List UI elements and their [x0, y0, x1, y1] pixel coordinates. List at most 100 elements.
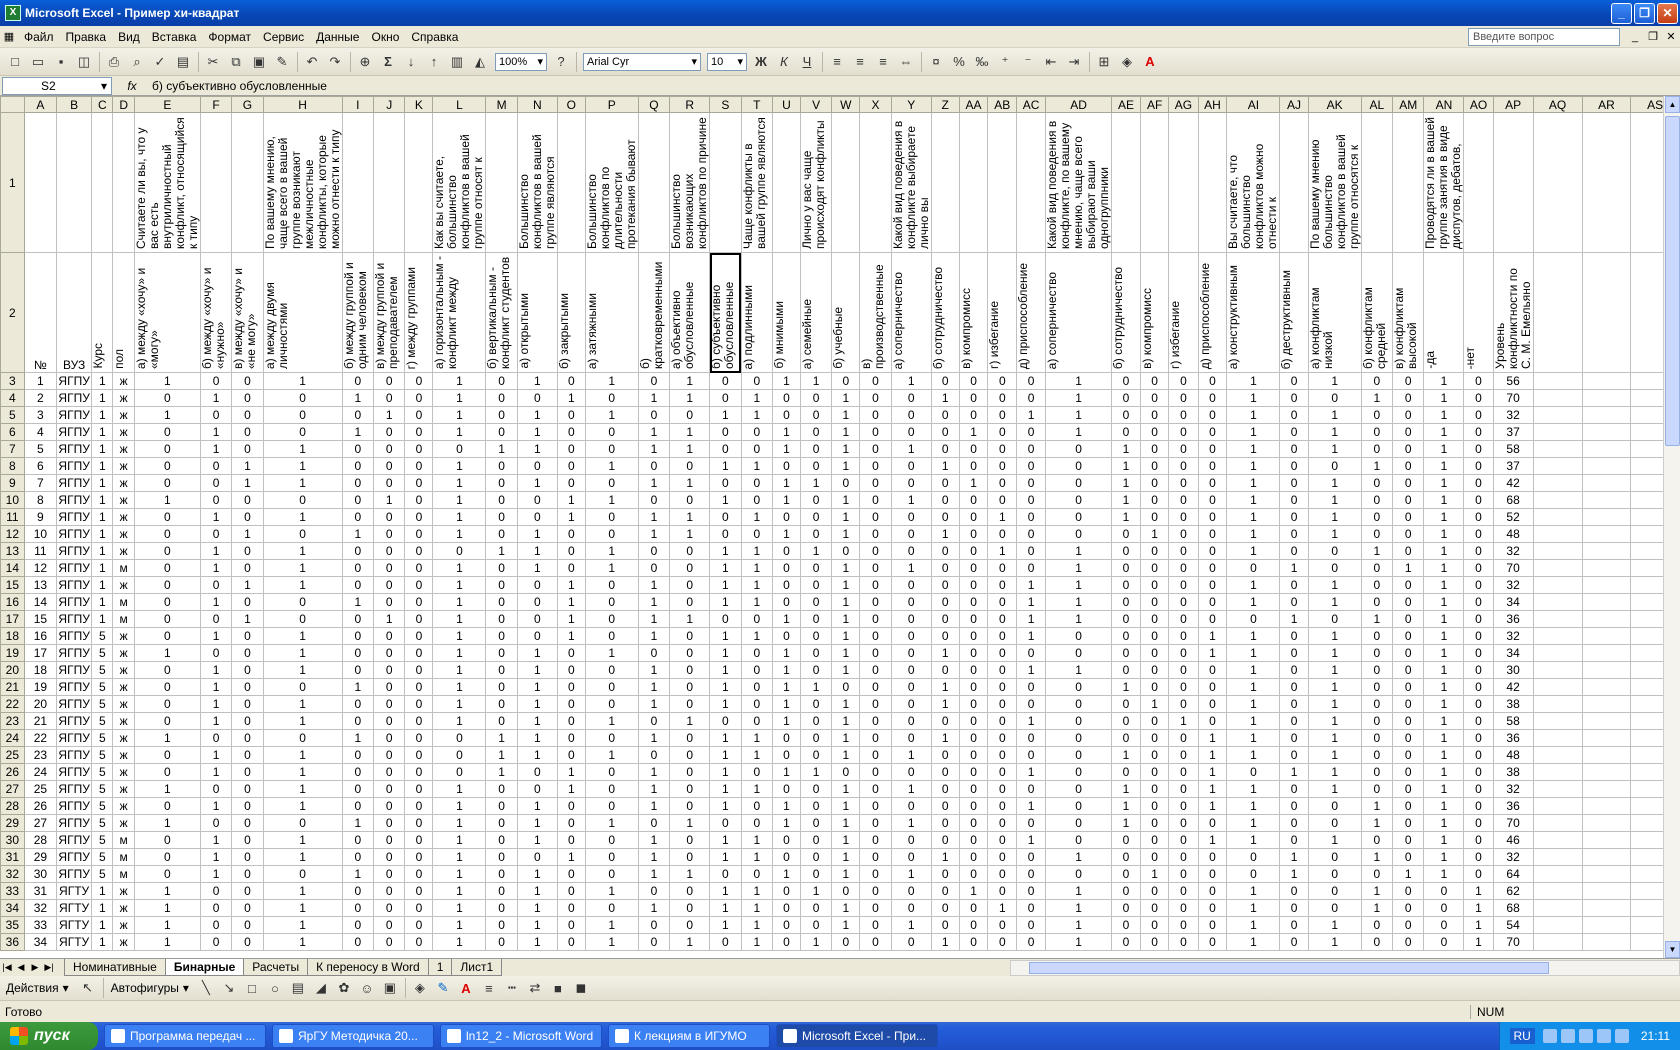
cell[interactable]: 0 — [1463, 678, 1494, 696]
cell[interactable]: 1 — [709, 627, 742, 645]
cell[interactable]: 0 — [890, 933, 932, 951]
cell[interactable]: ж — [112, 661, 135, 679]
cell[interactable]: 0 — [930, 661, 960, 679]
cell[interactable]: 1 — [1045, 576, 1113, 594]
cell[interactable]: 0 — [485, 457, 518, 475]
cell[interactable]: 0 — [1168, 797, 1199, 815]
cell[interactable]: м — [112, 559, 135, 577]
cell[interactable]: 0 — [1279, 899, 1309, 917]
cell[interactable]: 1 — [637, 610, 671, 628]
cell[interactable] — [1581, 899, 1632, 917]
cell[interactable]: 0 — [1168, 525, 1199, 543]
cell[interactable]: 48 — [1492, 746, 1534, 764]
cell[interactable]: 0 — [341, 780, 375, 798]
cell[interactable]: 0 — [669, 576, 711, 594]
cell[interactable]: 1 — [1423, 457, 1465, 475]
cell[interactable]: 0 — [987, 865, 1018, 883]
cell[interactable]: 0 — [1111, 831, 1141, 849]
cell[interactable]: 0 — [485, 372, 518, 390]
cell[interactable]: ЯГПУ — [56, 593, 93, 611]
cell[interactable]: 1 — [262, 372, 343, 390]
cell[interactable]: 0 — [987, 695, 1018, 713]
cell[interactable]: 0 — [1463, 525, 1494, 543]
cell[interactable]: 0 — [1279, 491, 1309, 509]
cell[interactable]: 0 — [930, 593, 960, 611]
scroll-thumb[interactable] — [1665, 116, 1680, 446]
first-sheet-icon[interactable]: |◀ — [0, 962, 14, 973]
cell[interactable]: 1 — [516, 729, 558, 747]
cell[interactable]: 0 — [890, 406, 932, 424]
cell[interactable]: 0 — [859, 372, 892, 390]
cell[interactable]: 1 — [930, 933, 960, 951]
cell[interactable]: 0 — [199, 916, 233, 934]
align-center-icon[interactable]: ≡ — [849, 51, 871, 73]
cell[interactable]: Считаете ли вы, что у вас есть внутрилич… — [133, 112, 201, 253]
cell[interactable] — [199, 112, 233, 253]
cell[interactable]: Как вы считаете, большинство конфликтов … — [432, 112, 487, 253]
cell[interactable]: 0 — [404, 695, 434, 713]
cell[interactable]: 1 — [1423, 644, 1465, 662]
cell[interactable]: а) конфликтам низкой — [1307, 252, 1362, 373]
cell[interactable]: 1 — [91, 916, 114, 934]
cell[interactable]: 0 — [1016, 746, 1047, 764]
cell[interactable]: в) производственные — [859, 252, 892, 373]
hyperlink-icon[interactable]: ⊕ — [354, 51, 376, 73]
cell[interactable]: 0 — [341, 644, 375, 662]
cell[interactable]: 1 — [1423, 372, 1465, 390]
research-icon[interactable]: ▤ — [172, 51, 194, 73]
cell[interactable]: ж — [112, 627, 135, 645]
cell[interactable]: 0 — [1392, 627, 1425, 645]
sheet-tab-nominative[interactable]: Номинативные — [64, 959, 166, 976]
cell[interactable]: 0 — [859, 593, 892, 611]
cell[interactable]: 5 — [91, 848, 114, 866]
cell[interactable]: 0 — [1139, 678, 1170, 696]
column-header[interactable]: AP — [1492, 96, 1534, 113]
cell[interactable]: 0 — [958, 780, 989, 798]
cell[interactable]: 0 — [987, 746, 1018, 764]
cell[interactable]: 0 — [404, 916, 434, 934]
cell[interactable]: 0 — [1279, 916, 1309, 934]
cell[interactable]: 0 — [637, 644, 671, 662]
shadow-icon[interactable]: ■ — [547, 977, 569, 999]
name-box[interactable]: S2 ▾ — [2, 76, 112, 95]
cell[interactable]: 1 — [1307, 916, 1362, 934]
row-header[interactable]: 4 — [0, 389, 25, 407]
cell[interactable]: 1 — [584, 457, 639, 475]
cell[interactable]: 0 — [1307, 610, 1362, 628]
cell[interactable]: Уровень конфликтности по С. М. Емельяно — [1492, 252, 1534, 373]
cell[interactable]: 1 — [1226, 644, 1281, 662]
row-header[interactable]: 10 — [0, 491, 25, 509]
cell[interactable]: 0 — [556, 406, 586, 424]
cell[interactable]: 1 — [669, 440, 711, 458]
cell[interactable]: 1 — [1279, 610, 1309, 628]
cell[interactable]: 1 — [1279, 865, 1309, 883]
cell[interactable]: 0 — [987, 933, 1018, 951]
cell[interactable]: 1 — [1423, 746, 1465, 764]
cell[interactable]: 0 — [1392, 423, 1425, 441]
cell[interactable]: 0 — [404, 797, 434, 815]
cell[interactable]: 0 — [556, 865, 586, 883]
cell[interactable]: 5 — [91, 661, 114, 679]
cell[interactable]: 0 — [1139, 593, 1170, 611]
textbox-icon[interactable]: ▤ — [287, 977, 309, 999]
cell[interactable]: 0 — [1392, 542, 1425, 560]
cell[interactable]: 0 — [1360, 695, 1394, 713]
cell[interactable]: 1 — [1016, 661, 1047, 679]
cell[interactable]: 0 — [373, 933, 406, 951]
cell[interactable]: 1 — [262, 763, 343, 781]
cell[interactable]: 0 — [1463, 491, 1494, 509]
cell[interactable]: 1 — [1307, 423, 1362, 441]
cell[interactable]: 0 — [958, 899, 989, 917]
cell[interactable]: 0 — [930, 576, 960, 594]
cell[interactable]: 0 — [1279, 525, 1309, 543]
cell[interactable]: 3 — [23, 406, 58, 424]
cell[interactable]: 0 — [771, 508, 801, 526]
task-word-1[interactable]: ЯрГУ Методичка 20... — [272, 1024, 434, 1048]
cell[interactable]: 1 — [556, 576, 586, 594]
cell[interactable] — [1532, 882, 1583, 900]
cell[interactable]: 0 — [740, 814, 773, 832]
cell[interactable]: 0 — [1197, 389, 1228, 407]
cell[interactable]: 0 — [859, 780, 892, 798]
cell[interactable]: 0 — [1016, 780, 1047, 798]
underline-icon[interactable]: Ч — [796, 51, 818, 73]
